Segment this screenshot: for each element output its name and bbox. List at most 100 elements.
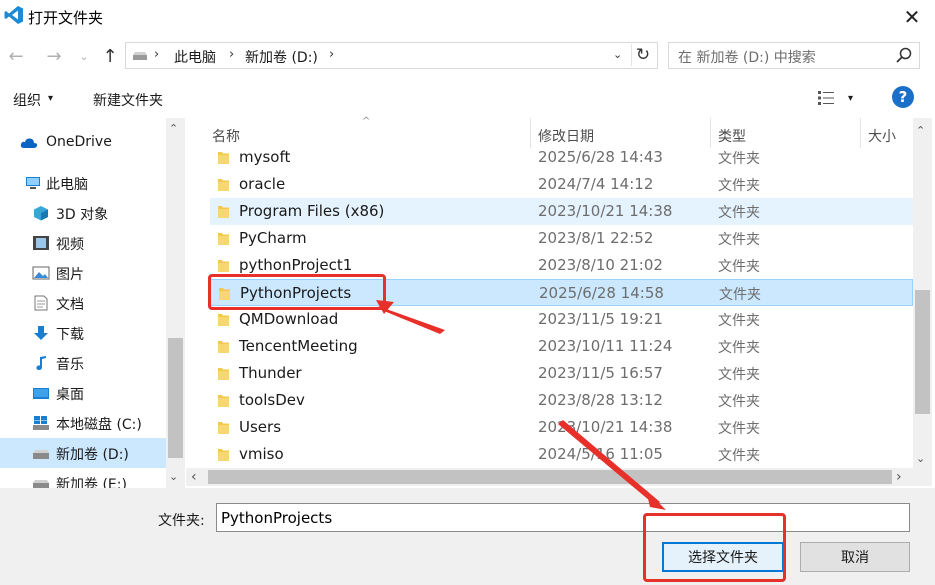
- file-name: mysoft: [239, 148, 291, 166]
- annotation-highlight-select-button: [643, 513, 786, 582]
- file-row[interactable]: Users 2023/10/21 14:38 文件夹: [210, 414, 913, 441]
- sidebar-item[interactable]: 桌面: [0, 378, 166, 408]
- refresh-icon[interactable]: ↻: [631, 44, 654, 66]
- folder-icon: [218, 150, 229, 164]
- download-icon: [32, 325, 50, 341]
- column-header-type[interactable]: 类型: [718, 126, 746, 146]
- view-options-icon[interactable]: [817, 90, 835, 106]
- sidebar-item-label: 桌面: [56, 387, 84, 403]
- file-name: Thunder: [239, 364, 302, 382]
- folder-name-input[interactable]: [216, 503, 910, 532]
- sidebar-item[interactable]: 文档: [0, 288, 166, 318]
- file-type: 文件夹: [718, 178, 760, 194]
- folder-icon: [218, 204, 229, 218]
- sidebar-item-label: 文档: [56, 297, 84, 313]
- breadcrumb-drive-d[interactable]: 新加卷 (D:): [245, 47, 318, 67]
- scrollbar-corner: [913, 468, 932, 486]
- search-input[interactable]: 在 新加卷 (D:) 中搜索: [668, 42, 920, 69]
- list-horizontal-scrollbar-thumb[interactable]: [208, 470, 892, 484]
- sidebar-item-label: 本地磁盘 (C:): [56, 417, 142, 433]
- file-modified: 2023/10/11 11:24: [538, 337, 673, 355]
- sidebar-item[interactable]: 下载: [0, 318, 166, 348]
- file-modified: 2023/8/28 13:12: [538, 391, 663, 409]
- breadcrumb-this-pc[interactable]: 此电脑: [174, 47, 216, 67]
- sidebar-item[interactable]: 3D 对象: [0, 198, 166, 228]
- sidebar-item-label: 3D 对象: [56, 207, 109, 223]
- sidebar-item-label: 图片: [56, 267, 84, 283]
- folder-icon: [218, 447, 229, 461]
- scroll-right-icon[interactable]: ›: [896, 469, 902, 485]
- scroll-left-icon[interactable]: ‹: [191, 469, 197, 485]
- file-name: Users: [239, 418, 282, 436]
- folder-icon: [218, 177, 229, 191]
- recent-locations-button[interactable]: ⌄: [72, 44, 96, 68]
- scroll-up-icon[interactable]: ⌃: [169, 122, 178, 135]
- chevron-down-icon[interactable]: ▾: [848, 93, 853, 104]
- organize-menu[interactable]: 组织: [13, 90, 41, 110]
- folder-icon: [218, 312, 229, 326]
- sidebar-item[interactable]: 图片: [0, 258, 166, 288]
- file-modified: 2023/11/5 19:21: [538, 310, 663, 328]
- sidebar-item[interactable]: 新加卷 (D:): [0, 438, 166, 468]
- folder-icon: [218, 366, 229, 380]
- close-button[interactable]: ✕: [896, 2, 928, 32]
- chevron-down-icon[interactable]: ▾: [48, 93, 53, 104]
- file-name: pythonProject1: [239, 256, 353, 274]
- navigation-pane: OneDrive 此电脑 3D 对象视频图片文档下载 音乐桌面本地磁盘 (C:) 新加卷…: [0, 118, 186, 493]
- sidebar-item-label: OneDrive: [46, 134, 112, 150]
- drive-icon: [133, 52, 147, 60]
- file-name: QMDownload: [239, 310, 339, 328]
- address-bar[interactable]: › 此电脑 › 新加卷 (D:) › ⌄ ↻: [125, 42, 658, 69]
- file-name: TencentMeeting: [239, 337, 358, 355]
- file-row[interactable]: vmiso 2024/5/16 11:05 文件夹: [210, 441, 913, 468]
- folder-icon: [218, 258, 229, 272]
- up-button[interactable]: ↑: [98, 44, 122, 68]
- sidebar-item[interactable]: 视频: [0, 228, 166, 258]
- vscode-logo-icon: [4, 6, 23, 24]
- file-row[interactable]: Program Files (x86) 2023/10/21 14:38 文件夹: [210, 198, 913, 225]
- forward-button[interactable]: →: [42, 44, 66, 68]
- folder-field-label: 文件夹:: [158, 513, 205, 529]
- column-header-modified[interactable]: 修改日期: [538, 126, 594, 146]
- scroll-down-icon[interactable]: ⌄: [916, 452, 925, 465]
- drive-icon: [32, 445, 50, 461]
- file-row[interactable]: PyCharm 2023/8/1 22:52 文件夹: [210, 225, 913, 252]
- file-modified: 2024/7/4 14:12: [538, 175, 654, 193]
- nav-scrollbar-thumb[interactable]: [168, 338, 183, 458]
- column-header-name[interactable]: 名称: [212, 126, 240, 146]
- scroll-up-icon[interactable]: ⌃: [916, 124, 925, 137]
- scroll-down-icon[interactable]: ⌄: [169, 470, 178, 483]
- file-row[interactable]: QMDownload 2023/11/5 19:21 文件夹: [210, 306, 913, 333]
- search-icon[interactable]: [895, 46, 913, 64]
- new-folder-button[interactable]: 新建文件夹: [93, 90, 163, 110]
- cancel-button[interactable]: 取消: [800, 542, 910, 572]
- folder-icon: [218, 231, 229, 245]
- file-modified: 2025/6/28 14:43: [538, 148, 663, 166]
- file-row[interactable]: mysoft 2025/6/28 14:43 文件夹: [210, 144, 913, 171]
- file-row[interactable]: TencentMeeting 2023/10/11 11:24 文件夹: [210, 333, 913, 360]
- file-row[interactable]: toolsDev 2023/8/28 13:12 文件夹: [210, 387, 913, 414]
- file-name: PyCharm: [239, 229, 307, 247]
- breadcrumb-separator[interactable]: ›: [329, 47, 334, 62]
- back-button[interactable]: ←: [4, 44, 28, 68]
- annotation-highlight-folder: [208, 274, 386, 310]
- file-type: 文件夹: [719, 287, 761, 303]
- column-header-size[interactable]: 大小: [868, 126, 896, 146]
- sidebar-item[interactable]: 此电脑: [0, 168, 166, 198]
- help-icon[interactable]: ?: [892, 86, 914, 108]
- file-type: 文件夹: [718, 421, 760, 437]
- file-row[interactable]: Thunder 2023/11/5 16:57 文件夹: [210, 360, 913, 387]
- windows-drive-icon: [32, 415, 50, 431]
- breadcrumb-separator[interactable]: ›: [154, 47, 159, 62]
- file-type: 文件夹: [718, 151, 760, 167]
- folder-icon: [218, 393, 229, 407]
- list-vertical-scrollbar-thumb[interactable]: [915, 290, 930, 414]
- sidebar-item[interactable]: 音乐: [0, 348, 166, 378]
- sidebar-item[interactable]: OneDrive: [0, 128, 166, 158]
- file-row[interactable]: oracle 2024/7/4 14:12 文件夹: [210, 171, 913, 198]
- chevron-down-icon[interactable]: ⌄: [613, 48, 622, 61]
- breadcrumb-separator[interactable]: ›: [229, 47, 234, 62]
- film-icon: [32, 235, 50, 251]
- sidebar-item[interactable]: 本地磁盘 (C:): [0, 408, 166, 438]
- sidebar-item-label: 此电脑: [46, 177, 88, 193]
